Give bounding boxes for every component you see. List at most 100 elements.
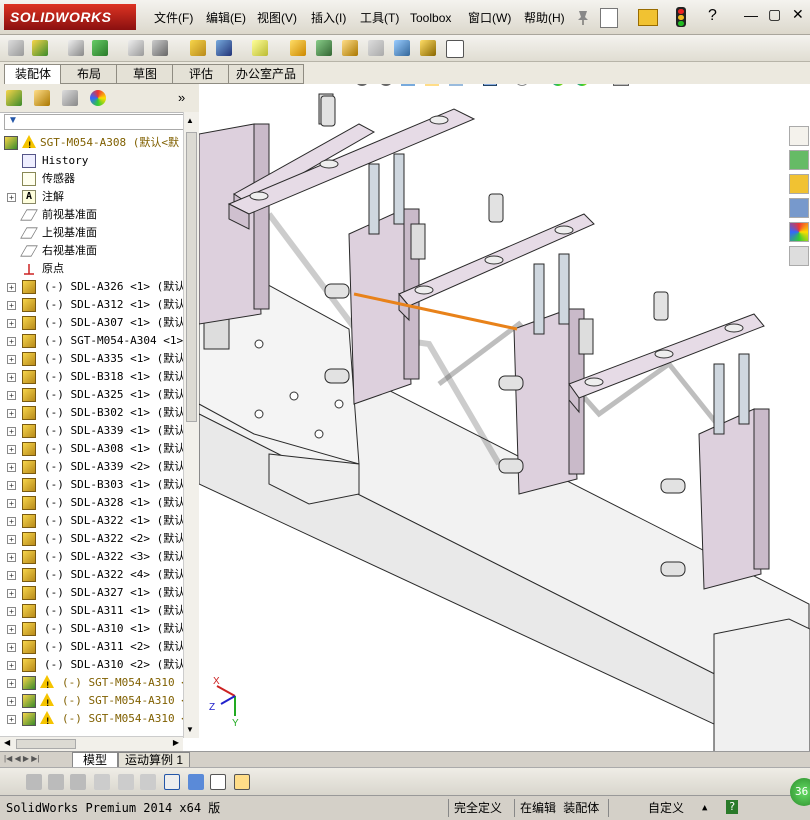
new-motion-study-icon[interactable] (290, 40, 306, 56)
design-library-icon[interactable] (789, 150, 809, 170)
expand-icon[interactable]: + (7, 625, 16, 634)
new-document-icon[interactable] (600, 8, 618, 28)
hide-show-items-icon[interactable] (515, 84, 529, 86)
pin-icon[interactable] (576, 9, 590, 25)
stop-icon[interactable] (70, 774, 86, 790)
tree-root[interactable]: SGT-M054-A308 (默认<默 (0, 134, 183, 155)
tree-component-row[interactable]: + (-) SDL-A328 <1> (默认< (0, 494, 183, 512)
tree-component-row[interactable]: + (-) SDL-A307 <1> (默认< (0, 314, 183, 332)
expand-icon[interactable]: + (7, 193, 16, 202)
configuration-manager-tab-icon[interactable] (62, 90, 78, 106)
help-icon[interactable]: ? (726, 800, 738, 814)
home-icon[interactable] (789, 126, 809, 146)
tree-component-row[interactable]: + (-) SDL-B318 <1> (默认< (0, 368, 183, 386)
unit-system-button[interactable]: 自定义 (648, 799, 684, 817)
tree-item-origin[interactable]: 原点 (0, 260, 183, 278)
previous-view-icon[interactable] (401, 84, 415, 86)
viewport-minimize-button[interactable]: — (739, 84, 750, 88)
tree-component-row[interactable]: + (-) SDL-A322 <2> (默认< (0, 530, 183, 548)
help-icon[interactable]: ? (708, 7, 717, 25)
calculate-icon[interactable] (26, 774, 42, 790)
expand-icon[interactable]: + (7, 535, 16, 544)
tree-component-row[interactable]: + (-) SDL-A311 <2> (默认< (0, 638, 183, 656)
expand-icon[interactable]: + (7, 337, 16, 346)
linear-pattern-icon[interactable] (92, 40, 108, 56)
close-button[interactable]: ✕ (792, 6, 804, 23)
tree-component-row[interactable]: + (-) SDL-A310 <2> (默认< (0, 656, 183, 674)
expand-icon[interactable]: + (7, 409, 16, 418)
tab-office-products[interactable]: 办公室产品 (228, 64, 304, 84)
tree-horizontal-scrollbar[interactable]: ◀ ▶ (0, 736, 183, 751)
tree-component-row[interactable]: + (-) SDL-A325 <1> (默认< (0, 386, 183, 404)
bill-of-materials-icon[interactable] (316, 40, 332, 56)
property-manager-tab-icon[interactable] (34, 90, 50, 106)
tree-component-row[interactable]: + (-) SGT-M054-A310 <3 (0, 710, 183, 731)
scroll-left-icon[interactable]: ◀ (4, 738, 10, 747)
display-style-icon[interactable] (483, 84, 497, 86)
tree-vertical-scrollbar[interactable]: ▲ ▼ (183, 112, 200, 738)
view-settings-icon[interactable] (613, 84, 629, 86)
scroll-down-icon[interactable]: ▼ (186, 725, 194, 734)
hscroll-thumb[interactable] (16, 739, 76, 749)
move-component-icon[interactable] (152, 40, 168, 56)
menu-tools[interactable]: 工具(T) (358, 9, 401, 27)
3d-view-icon[interactable] (188, 774, 204, 790)
tree-component-row[interactable]: + (-) SDL-A322 <1> (默认< (0, 512, 183, 530)
instant3d-icon[interactable] (446, 40, 464, 58)
results-plot-icon[interactable] (164, 774, 180, 790)
expand-icon[interactable]: + (7, 283, 16, 292)
tree-item-front-plane[interactable]: 前视基准面 (0, 206, 183, 224)
zoom-to-fit-icon[interactable] (355, 84, 369, 86)
unit-arrow-icon[interactable]: ▲ (702, 799, 707, 817)
menu-insert[interactable]: 插入(I) (309, 9, 348, 27)
maximize-button[interactable]: ▢ (768, 6, 781, 23)
menu-edit[interactable]: 编辑(E) (204, 9, 248, 27)
section-view-icon[interactable] (425, 84, 439, 86)
display-manager-tab-icon[interactable] (90, 90, 106, 106)
tree-component-row[interactable]: + (-) SDL-B302 <1> (默认< (0, 404, 183, 422)
open-folder-icon[interactable] (638, 9, 658, 26)
file-explorer-icon[interactable] (789, 174, 809, 194)
3d-model-view[interactable]: X Y Z (199, 84, 810, 752)
expand-icon[interactable]: + (7, 355, 16, 364)
tab-evaluate[interactable]: 评估 (172, 64, 230, 84)
tree-component-row[interactable]: + (-) SDL-A308 <1> (默认< (0, 440, 183, 458)
expand-icon[interactable]: + (7, 679, 16, 688)
menu-help[interactable]: 帮助(H) (522, 9, 567, 27)
tab-sketch[interactable]: 草图 (116, 64, 174, 84)
tree-component-row[interactable]: + (-) SGT-M054-A310 <1 (0, 674, 183, 695)
exploded-view-icon[interactable] (342, 40, 358, 56)
feature-tree-tab-icon[interactable] (6, 90, 22, 106)
reference-geometry-icon[interactable] (252, 40, 268, 56)
menu-file[interactable]: 文件(F) (152, 9, 195, 27)
edit-component-icon[interactable] (8, 40, 24, 56)
edit-appearance-icon[interactable] (551, 84, 565, 86)
scroll-up-icon[interactable]: ▲ (186, 116, 194, 125)
tree-component-row[interactable]: + (-) SDL-A312 <1> (默认< (0, 296, 183, 314)
tab-assembly[interactable]: 装配体 (4, 64, 62, 85)
menu-window[interactable]: 窗口(W) (466, 9, 513, 27)
expand-icon[interactable]: + (7, 373, 16, 382)
playback-mode-icon[interactable] (94, 774, 110, 790)
apply-scene-icon[interactable] (575, 84, 589, 86)
tab-nav-arrows[interactable]: |◀ ◀ ▶ ▶| (4, 754, 39, 763)
insert-component-icon[interactable] (32, 40, 48, 56)
expand-icon[interactable]: + (7, 715, 16, 724)
expand-icon[interactable]: + (7, 607, 16, 616)
smart-fasteners-icon[interactable] (128, 40, 144, 56)
minimize-button[interactable]: — (744, 7, 758, 23)
tree-component-row[interactable]: + (-) SDL-A322 <3> (默认< (0, 548, 183, 566)
custom-properties-icon[interactable] (789, 246, 809, 266)
filter-field[interactable]: ▼ (4, 114, 184, 130)
expand-icon[interactable]: + (7, 481, 16, 490)
explode-line-sketch-icon[interactable] (368, 40, 384, 56)
tree-component-row[interactable]: + (-) SDL-A310 <1> (默认< (0, 620, 183, 638)
tree-component-row[interactable]: + (-) SDL-A311 <1> (默认< (0, 602, 183, 620)
graphics-area[interactable]: X Y Z — ✕ (199, 84, 810, 752)
view-orientation-icon[interactable] (449, 84, 463, 86)
expand-icon[interactable]: + (7, 643, 16, 652)
appearances-icon[interactable] (789, 222, 809, 242)
menu-view[interactable]: 视图(V) (255, 9, 299, 27)
save-animation-icon[interactable] (118, 774, 134, 790)
expand-icon[interactable]: + (7, 553, 16, 562)
